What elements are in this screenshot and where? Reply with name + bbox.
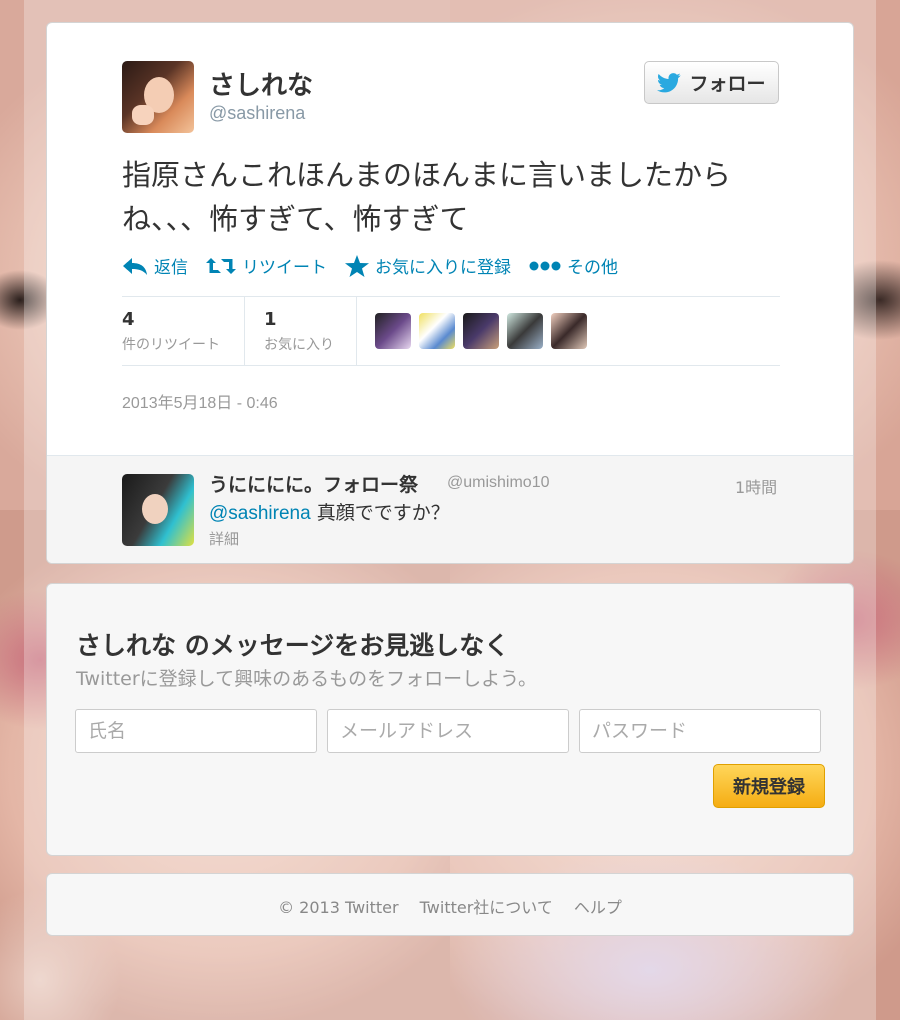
- password-input[interactable]: [579, 709, 821, 753]
- reply-author-handle[interactable]: @umishimo10: [447, 474, 550, 492]
- signup-button[interactable]: 新規登録: [713, 764, 825, 808]
- reply-author-avatar[interactable]: [122, 474, 194, 546]
- footer: © 2013 Twitter Twitter社について ヘルプ: [47, 894, 853, 918]
- star-icon: [345, 254, 369, 277]
- reply-mention-link[interactable]: @sashirena: [209, 503, 311, 524]
- reply-text: @sashirena 真顔でですか？: [209, 498, 450, 525]
- retweeter-avatar[interactable]: [375, 313, 411, 349]
- name-input[interactable]: [75, 709, 317, 753]
- retweets-stat[interactable]: 4 件のリツイート: [122, 297, 245, 366]
- author-avatar[interactable]: [122, 61, 194, 133]
- tweet-timestamp[interactable]: 2013年5月18日 - 0:46: [122, 389, 278, 413]
- favorites-label: お気に入り: [264, 337, 334, 353]
- more-dots-icon: [529, 261, 561, 270]
- favorites-count: 1: [264, 309, 277, 330]
- reply-tweet[interactable]: うにににに。フォロー祭 @umishimo10 1時間 @sashirena 真…: [47, 455, 853, 563]
- retweets-label: 件のリツイート: [122, 337, 220, 353]
- retweeter-avatar[interactable]: [419, 313, 455, 349]
- signup-title: さしれな のメッセージをお見逃しなく: [76, 631, 510, 660]
- favorite-button[interactable]: お気に入りに登録: [345, 253, 511, 278]
- favorites-stat[interactable]: 1 お気に入り: [245, 297, 357, 366]
- more-label: その他: [567, 258, 618, 278]
- reply-icon: [123, 257, 147, 275]
- email-input[interactable]: [327, 709, 569, 753]
- twitter-bird-icon: [657, 72, 682, 92]
- more-button[interactable]: その他: [529, 253, 618, 278]
- author-handle[interactable]: @sashirena: [209, 103, 305, 124]
- retweeter-avatars: [375, 313, 587, 349]
- reply-time[interactable]: 1時間: [735, 474, 777, 498]
- retweet-button[interactable]: リツイート: [206, 253, 327, 278]
- follow-label: フォロー: [689, 73, 766, 95]
- retweeter-avatar[interactable]: [463, 313, 499, 349]
- retweets-count: 4: [122, 309, 135, 330]
- tweet-actions: 返信 リツイート お気に入りに登録 その他: [122, 253, 618, 278]
- author-name[interactable]: さしれな: [209, 65, 313, 102]
- tweet-card: さしれな @sashirena フォロー 指原さんこれほんまのほんまに言いました…: [46, 22, 854, 564]
- signup-subtitle: Twitterに登録して興味のあるものをフォローしよう。: [76, 668, 537, 690]
- copyright-text: © 2013 Twitter: [278, 898, 399, 917]
- retweet-label: リツイート: [242, 258, 327, 278]
- favorite-label: お気に入りに登録: [375, 258, 511, 278]
- retweeter-avatar[interactable]: [507, 313, 543, 349]
- footer-card: © 2013 Twitter Twitter社について ヘルプ: [46, 873, 854, 936]
- reply-label: 返信: [154, 258, 188, 278]
- tweet-text-line-2: ね、、、怖すぎて、怖すぎて: [122, 202, 469, 236]
- reply-button[interactable]: 返信: [122, 253, 188, 278]
- follow-button[interactable]: フォロー: [644, 61, 779, 104]
- tweet-text: 指原さんこれほんまのほんまに言いましたから ね、、、怖すぎて、怖すぎて: [122, 153, 782, 241]
- tweet-text-line-1: 指原さんこれほんまのほんまに言いましたから: [122, 158, 732, 192]
- signup-card: さしれな のメッセージをお見逃しなく Twitterに登録して興味のあるものをフ…: [46, 583, 854, 856]
- reply-author-name[interactable]: うにににに。フォロー祭: [209, 470, 418, 497]
- reply-details-link[interactable]: 詳細: [209, 528, 239, 549]
- retweeter-avatar[interactable]: [551, 313, 587, 349]
- reply-body: 真顔でですか？: [316, 502, 450, 524]
- retweet-icon: [206, 257, 236, 274]
- help-link[interactable]: ヘルプ: [574, 898, 622, 917]
- about-link[interactable]: Twitter社について: [420, 898, 553, 917]
- tweet-stats: 4 件のリツイート 1 お気に入り: [122, 296, 780, 366]
